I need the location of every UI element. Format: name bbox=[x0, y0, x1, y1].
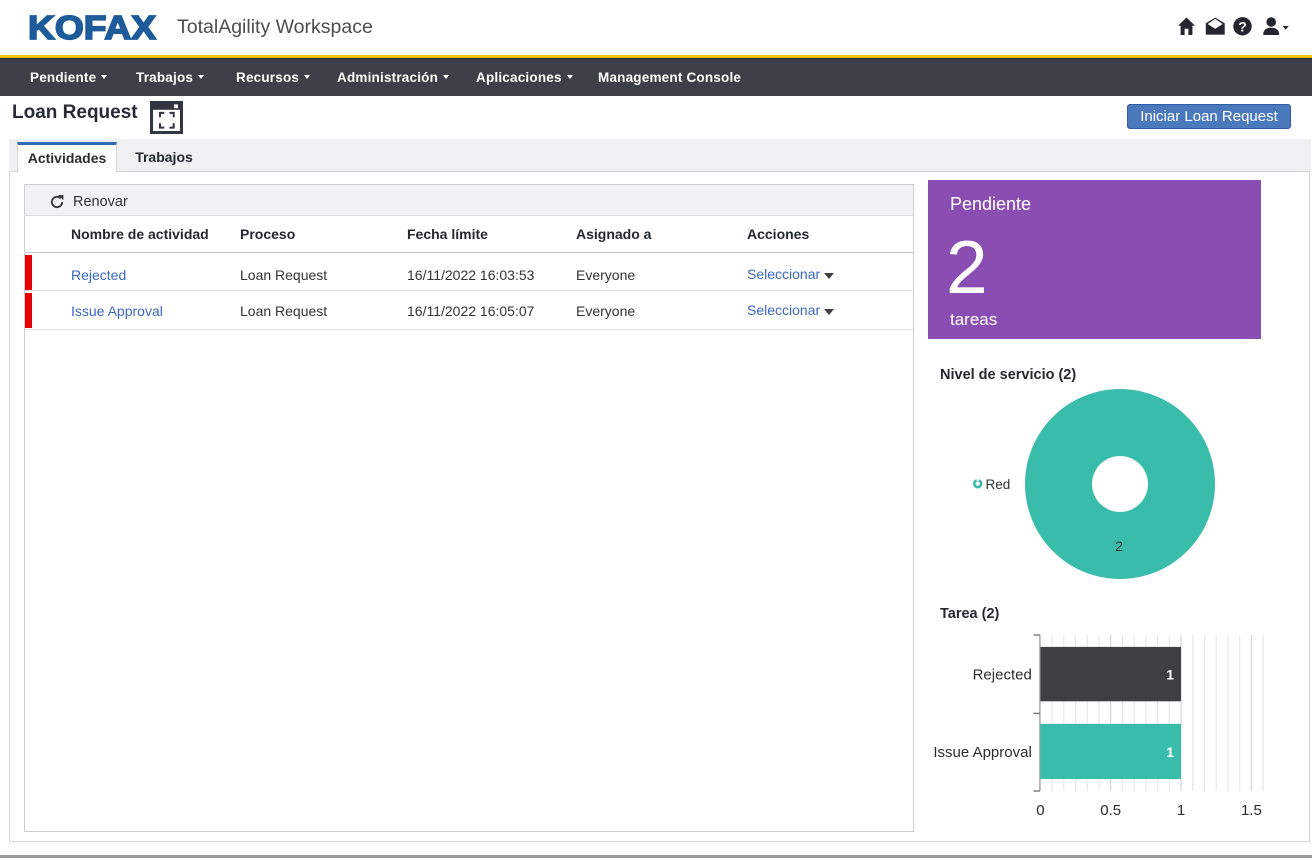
svg-text:Red: Red bbox=[986, 477, 1011, 492]
svg-text:?: ? bbox=[1238, 19, 1247, 35]
svg-text:0.5: 0.5 bbox=[1100, 802, 1121, 819]
svg-text:1: 1 bbox=[1177, 802, 1185, 819]
svg-text:1.5: 1.5 bbox=[1241, 802, 1262, 819]
svg-text:KOFAX: KOFAX bbox=[28, 9, 156, 46]
svg-text:2: 2 bbox=[1115, 538, 1123, 554]
svg-text:1: 1 bbox=[1166, 744, 1174, 760]
svg-text:1: 1 bbox=[1166, 667, 1174, 683]
svg-text:Rejected: Rejected bbox=[973, 667, 1032, 684]
svg-text:Issue Approval: Issue Approval bbox=[933, 744, 1031, 761]
svg-text:0: 0 bbox=[1036, 802, 1044, 819]
